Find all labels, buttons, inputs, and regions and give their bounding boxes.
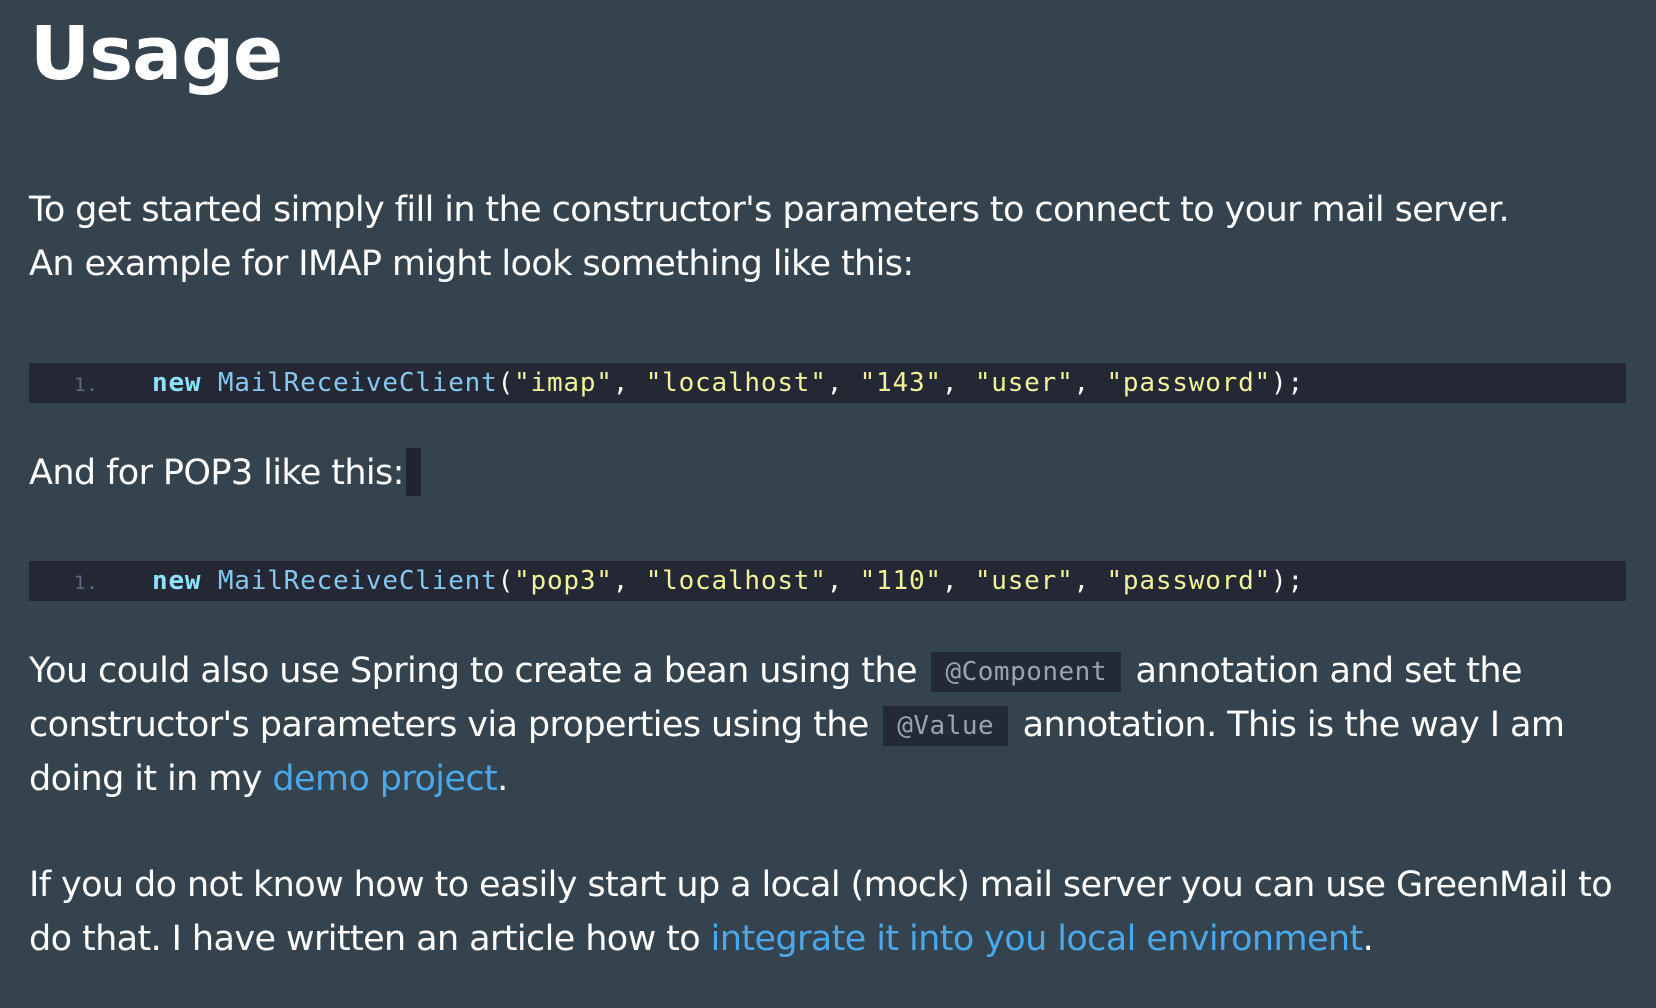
code-arg: "localhost" [645, 566, 827, 596]
code-line: new MailReceiveClient("pop3", "localhost… [152, 561, 1304, 601]
article-content: Usage To get started simply fill in the … [0, 0, 1656, 1008]
intro-line-1: To get started simply fill in the constr… [29, 190, 1510, 230]
code-arg: "143" [859, 368, 942, 398]
intro-paragraph: To get started simply fill in the constr… [29, 183, 1510, 291]
code-arg: "localhost" [645, 368, 827, 398]
pop3-intro-text: And for POP3 like this: [29, 453, 404, 493]
code-arg: "password" [1106, 368, 1272, 398]
code-arg: "password" [1106, 566, 1272, 596]
code-arg: "pop3" [514, 566, 613, 596]
text-cursor [405, 448, 421, 496]
line-number: 1. [74, 572, 99, 594]
code-line: new MailReceiveClient("imap", "localhost… [152, 363, 1304, 403]
code-separator: , [612, 368, 646, 398]
greenmail-line-2-end: . [1362, 919, 1374, 959]
code-separator: , [941, 566, 975, 596]
code-close: ); [1271, 368, 1304, 398]
code-open-paren: ( [497, 566, 515, 596]
code-arg: "user" [974, 368, 1074, 398]
line-number: 1. [74, 374, 99, 396]
pop3-intro-paragraph: And for POP3 like this: [29, 446, 421, 500]
spring-line-3-start: doing it in my [29, 759, 273, 799]
spring-line-2-start: constructor's parameters via properties … [29, 705, 880, 745]
code-class-name: MailReceiveClient [217, 566, 498, 596]
code-separator: , [941, 368, 975, 398]
code-arg: "imap" [514, 368, 613, 398]
code-open-paren: ( [497, 368, 515, 398]
code-keyword: new [152, 566, 202, 596]
spring-paragraph: You could also use Spring to create a be… [29, 644, 1565, 806]
page-title: Usage [30, 11, 283, 97]
code-separator: , [612, 566, 646, 596]
code-keyword: new [152, 368, 202, 398]
code-separator: , [826, 368, 860, 398]
component-annotation-code: @Component [931, 652, 1121, 692]
code-separator: , [826, 566, 860, 596]
code-separator: , [1073, 368, 1107, 398]
greenmail-line-2-start: do that. I have written an article how t… [29, 919, 711, 959]
code-close: ); [1271, 566, 1304, 596]
value-annotation-code: @Value [883, 706, 1009, 746]
spring-line-1-end: annotation and set the [1125, 651, 1523, 691]
code-arg: "user" [974, 566, 1074, 596]
intro-line-2: An example for IMAP might look something… [29, 244, 914, 284]
demo-project-link[interactable]: demo project [272, 759, 497, 799]
greenmail-line-1: If you do not know how to easily start u… [29, 865, 1613, 905]
greenmail-paragraph: If you do not know how to easily start u… [29, 858, 1613, 966]
code-arg: "110" [859, 566, 942, 596]
code-block-pop3[interactable]: 1. new MailReceiveClient("pop3", "localh… [29, 561, 1626, 601]
spring-line-1-start: You could also use Spring to create a be… [29, 651, 928, 691]
integrate-article-link[interactable]: integrate it into you local environment [711, 919, 1364, 959]
spring-line-2-end: annotation. This is the way I am [1012, 705, 1565, 745]
code-separator: , [1073, 566, 1107, 596]
code-class-name: MailReceiveClient [217, 368, 498, 398]
code-block-imap[interactable]: 1. new MailReceiveClient("imap", "localh… [29, 363, 1626, 403]
spring-line-3-end: . [497, 759, 508, 799]
